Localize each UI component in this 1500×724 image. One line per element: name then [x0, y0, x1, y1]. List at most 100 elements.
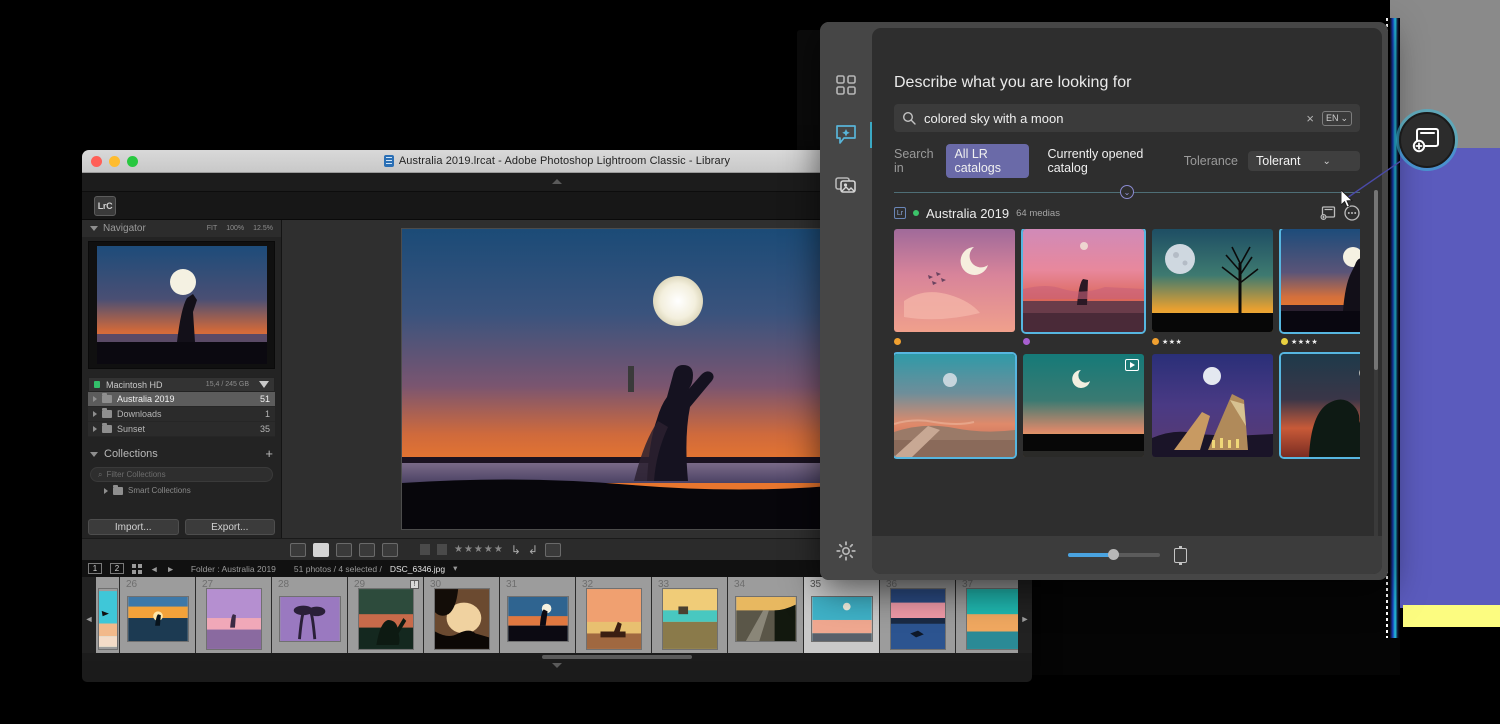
- loupe-view-icon[interactable]: [313, 542, 329, 557]
- filmstrip-item[interactable]: 26: [120, 577, 196, 661]
- forward-arrow-icon[interactable]: ►: [166, 564, 174, 574]
- filename-chevron-icon[interactable]: ▾: [453, 563, 457, 574]
- result-cell[interactable]: ★★★: [1152, 229, 1273, 346]
- collections-filter-input[interactable]: ⌕ Filter Collections: [90, 467, 273, 482]
- zoom-custom[interactable]: 12.5%: [253, 225, 273, 232]
- compare-view-icon[interactable]: [336, 542, 352, 557]
- result-cell[interactable]: ★★★: [1152, 354, 1273, 461]
- grid-view-icon[interactable]: [290, 542, 306, 557]
- rotate-left-icon[interactable]: ↳: [511, 543, 521, 557]
- panel-sidebar-rail: [820, 22, 872, 580]
- filmstrip-item[interactable]: 31: [500, 577, 576, 661]
- filmstrip-item[interactable]: 34: [728, 577, 804, 661]
- disclosure-icon[interactable]: [93, 426, 97, 432]
- survey-view-icon[interactable]: [359, 542, 375, 557]
- thumbnail-size-slider[interactable]: [1067, 549, 1160, 560]
- smart-collections-row[interactable]: Smart Collections: [104, 484, 273, 495]
- smart-collection-icon: [113, 484, 123, 495]
- add-to-catalog-icon[interactable]: [1320, 205, 1336, 221]
- result-cell-selected[interactable]: ★: [894, 354, 1015, 461]
- disclosure-icon[interactable]: [104, 487, 108, 494]
- photo-flag-badge[interactable]: !: [410, 580, 419, 589]
- collections-header[interactable]: Collections +: [82, 445, 281, 463]
- add-collection-icon[interactable]: +: [265, 447, 273, 460]
- zoom-100[interactable]: 100%: [226, 225, 244, 232]
- tolerance-select[interactable]: Tolerant ⌄: [1248, 151, 1360, 171]
- filmstrip-item[interactable]: [96, 577, 120, 661]
- bottom-panel-toggle[interactable]: [82, 661, 1032, 670]
- folder-row-sunset[interactable]: Sunset 35: [88, 422, 275, 437]
- result-cell-selected[interactable]: [1023, 229, 1144, 346]
- scope-current-catalog[interactable]: Currently opened catalog: [1039, 144, 1167, 178]
- flag-reject-icon[interactable]: [437, 544, 447, 555]
- filmstrip-item[interactable]: 32: [576, 577, 652, 661]
- filmstrip-thumbnail: [97, 588, 118, 650]
- zoom-fit[interactable]: FIT: [207, 225, 218, 232]
- export-button[interactable]: Export...: [184, 519, 275, 535]
- language-selector[interactable]: EN ⌄: [1321, 110, 1352, 126]
- result-cell-selected[interactable]: ★★★★: [1281, 229, 1360, 346]
- filmstrip-scrollbar[interactable]: [82, 653, 1032, 661]
- filmstrip-item[interactable]: 37: [956, 577, 1018, 661]
- filmstrip-index: 34: [734, 579, 746, 590]
- flag-pick-icon[interactable]: [420, 544, 430, 555]
- filmstrip-index: 32: [582, 579, 594, 590]
- clear-search-icon[interactable]: ×: [1306, 111, 1314, 126]
- gear-icon[interactable]: [833, 538, 859, 564]
- left-panel-buttons: Import... Export...: [82, 516, 281, 538]
- screen-1-button[interactable]: 1: [88, 563, 102, 574]
- disclosure-icon[interactable]: [93, 411, 97, 417]
- results-scrollbar[interactable]: [1374, 190, 1378, 550]
- volume-row[interactable]: Macintosh HD 15,4 / 245 GB: [88, 377, 275, 392]
- add-catalog-badge-icon[interactable]: [1399, 112, 1455, 168]
- result-meta: ★★★: [1152, 337, 1273, 346]
- navigator-header[interactable]: Navigator FIT 100% 12.5%: [82, 220, 281, 237]
- navigator-preview[interactable]: [88, 241, 275, 369]
- filmstrip-next-button[interactable]: ►: [1018, 577, 1032, 661]
- current-filename[interactable]: DSC_6346.jpg: [390, 564, 445, 574]
- result-cell[interactable]: [894, 229, 1015, 346]
- navigator-zoom-levels[interactable]: FIT 100% 12.5%: [207, 225, 273, 232]
- spray-tool-icon[interactable]: [544, 542, 561, 557]
- filmstrip-item[interactable]: 27: [196, 577, 272, 661]
- search-input-group[interactable]: colored sky with a moon × EN ⌄: [894, 104, 1360, 132]
- filmstrip-item[interactable]: 30: [424, 577, 500, 661]
- left-panel-handle[interactable]: [628, 366, 634, 392]
- scope-all-catalogs[interactable]: All LR catalogs: [946, 144, 1030, 178]
- fit-to-screen-icon[interactable]: [1173, 545, 1187, 565]
- slider-handle[interactable]: [1107, 549, 1119, 560]
- search-in-label: Search in: [894, 147, 934, 175]
- filmstrip-prev-button[interactable]: ◄: [82, 577, 96, 661]
- filmstrip[interactable]: ◄ 26 27 28 29 ! 30 31 32 33 34 35 36 37 …: [82, 577, 1032, 661]
- import-button[interactable]: Import...: [88, 519, 179, 535]
- screen-2-button[interactable]: 2: [110, 563, 124, 574]
- result-thumbnail: [894, 354, 1015, 457]
- source-label[interactable]: Folder : Australia 2019: [191, 564, 276, 574]
- search-input[interactable]: colored sky with a moon: [924, 111, 1298, 126]
- filmstrip-item-selected[interactable]: 35: [804, 577, 880, 661]
- folder-row-downloads[interactable]: Downloads 1: [88, 407, 275, 422]
- volume-chevron-icon[interactable]: [259, 381, 269, 388]
- filmstrip-index: 35: [810, 579, 822, 590]
- result-cell[interactable]: [1023, 354, 1144, 461]
- filmstrip-item[interactable]: 28: [272, 577, 348, 661]
- folder-row-australia-2019[interactable]: Australia 2019 51: [88, 392, 275, 407]
- filmstrip-item[interactable]: 29 !: [348, 577, 424, 661]
- media-library-icon[interactable]: [833, 172, 859, 198]
- filmstrip-item[interactable]: 33: [652, 577, 728, 661]
- grid-view-toggle-icon[interactable]: [132, 563, 142, 574]
- ai-prompt-icon[interactable]: [833, 122, 872, 148]
- grid-icon[interactable]: [833, 72, 859, 98]
- collapse-toggle-icon[interactable]: ⌄: [1120, 185, 1134, 199]
- filmstrip-item[interactable]: 36: [880, 577, 956, 661]
- people-view-icon[interactable]: [382, 542, 398, 557]
- callout-leader-line: [1346, 153, 1412, 199]
- rating-stars[interactable]: ★★★★★: [454, 544, 504, 555]
- disclosure-icon[interactable]: [93, 396, 97, 402]
- filmstrip-index: 29: [354, 579, 366, 590]
- back-arrow-icon[interactable]: ◄: [150, 564, 158, 574]
- rotate-right-icon[interactable]: ↲: [528, 543, 538, 557]
- result-cell-selected[interactable]: [1281, 354, 1360, 461]
- filmstrip-thumbnail: [585, 588, 642, 650]
- add-to-catalog-icon-svg: [1320, 206, 1336, 221]
